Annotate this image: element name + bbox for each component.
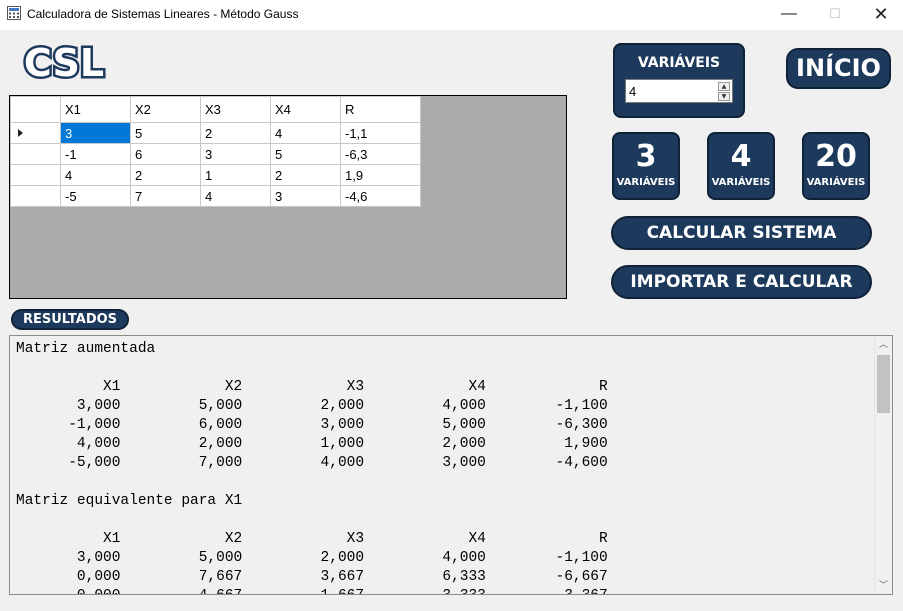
grid-cell[interactable]: 6: [130, 143, 201, 165]
twenty-variables-button[interactable]: 20 VARIÁVEIS: [802, 132, 870, 200]
button-number: 3: [635, 139, 657, 174]
window-title: Calculadora de Sistemas Lineares - Métod…: [27, 7, 299, 21]
grid-cell[interactable]: 5: [270, 143, 341, 165]
inicio-button[interactable]: INÍCIO: [786, 48, 891, 89]
row-header[interactable]: [10, 143, 61, 165]
grid-cell[interactable]: 4: [200, 185, 271, 207]
grid-cell[interactable]: -1: [60, 143, 131, 165]
grid-cell[interactable]: -5: [60, 185, 131, 207]
scrollbar-thumb[interactable]: [877, 355, 890, 413]
grid-column-header[interactable]: R: [340, 96, 421, 123]
grid-cell[interactable]: 1: [200, 164, 271, 186]
grid-column-header[interactable]: X1: [60, 96, 131, 123]
scroll-up-icon[interactable]: ︿: [875, 336, 892, 353]
button-number: 20: [815, 139, 857, 174]
three-variables-button[interactable]: 3 VARIÁVEIS: [612, 132, 680, 200]
scroll-down-icon[interactable]: ﹀: [875, 577, 892, 594]
calculate-system-button[interactable]: CALCULAR SISTEMA: [611, 216, 872, 250]
maximize-button[interactable]: ☐: [812, 0, 858, 30]
four-variables-button[interactable]: 4 VARIÁVEIS: [707, 132, 775, 200]
stepper-up-icon[interactable]: ▲: [718, 82, 730, 91]
results-textarea[interactable]: Matriz aumentada X1 X2 X3 X4 R 3,000 5,0…: [9, 335, 893, 595]
grid-cell[interactable]: -1,1: [340, 122, 421, 144]
grid-cell[interactable]: 3: [200, 143, 271, 165]
grid-cell[interactable]: 4: [270, 122, 341, 144]
csl-logo: CSL: [21, 40, 106, 86]
close-button[interactable]: ✕: [858, 0, 903, 30]
stepper-down-icon[interactable]: ▼: [718, 92, 730, 101]
variables-label: VARIÁVEIS: [637, 55, 721, 71]
calculator-app-icon: [7, 6, 21, 20]
grid-cell[interactable]: 2: [200, 122, 271, 144]
current-row-arrow-icon: [18, 129, 23, 137]
grid-row: 4 2 1 2 1,9: [10, 164, 421, 186]
grid-cell[interactable]: 7: [130, 185, 201, 207]
results-text[interactable]: Matriz aumentada X1 X2 X3 X4 R 3,000 5,0…: [16, 340, 608, 594]
grid-row: -5 7 4 3 -4,6: [10, 185, 421, 207]
grid-corner-cell: [10, 96, 61, 123]
results-label: RESULTADOS: [11, 309, 129, 330]
button-caption: VARIÁVEIS: [711, 177, 771, 188]
button-number: 4: [730, 139, 752, 174]
grid-cell[interactable]: -6,3: [340, 143, 421, 165]
grid-cell[interactable]: 5: [130, 122, 201, 144]
grid-cell[interactable]: 4: [60, 164, 131, 186]
grid-column-header[interactable]: X2: [130, 96, 201, 123]
grid-cell[interactable]: 2: [270, 164, 341, 186]
import-and-calculate-button[interactable]: IMPORTAR E CALCULAR: [611, 265, 872, 299]
grid-cell[interactable]: 3: [270, 185, 341, 207]
grid-row: -1 6 3 5 -6,3: [10, 143, 421, 165]
minimize-button[interactable]: —: [766, 0, 812, 30]
results-scrollbar[interactable]: ︿ ﹀: [874, 336, 892, 594]
grid-row: 3 5 2 4 -1,1: [10, 122, 421, 144]
row-header[interactable]: [10, 122, 61, 144]
variables-panel: VARIÁVEIS 4 ▲ ▼: [613, 43, 745, 118]
title-bar: Calculadora de Sistemas Lineares - Métod…: [0, 0, 903, 30]
grid-cell[interactable]: 1,9: [340, 164, 421, 186]
grid-header-row: X1 X2 X3 X4 R: [10, 96, 421, 123]
button-caption: VARIÁVEIS: [806, 177, 866, 188]
row-header[interactable]: [10, 185, 61, 207]
grid-cell[interactable]: 2: [130, 164, 201, 186]
coefficient-grid[interactable]: X1 X2 X3 X4 R 3 5 2 4 -1,1 -1 6 3 5 -6,3…: [9, 95, 567, 299]
grid-cell[interactable]: 3: [60, 122, 131, 144]
grid-cell[interactable]: -4,6: [340, 185, 421, 207]
grid-column-header[interactable]: X3: [200, 96, 271, 123]
grid-column-header[interactable]: X4: [270, 96, 341, 123]
logo-text: CSL: [24, 41, 104, 85]
row-header[interactable]: [10, 164, 61, 186]
button-caption: VARIÁVEIS: [616, 177, 676, 188]
variables-count-stepper[interactable]: 4 ▲ ▼: [625, 79, 733, 103]
variables-count-value[interactable]: 4: [629, 84, 636, 99]
